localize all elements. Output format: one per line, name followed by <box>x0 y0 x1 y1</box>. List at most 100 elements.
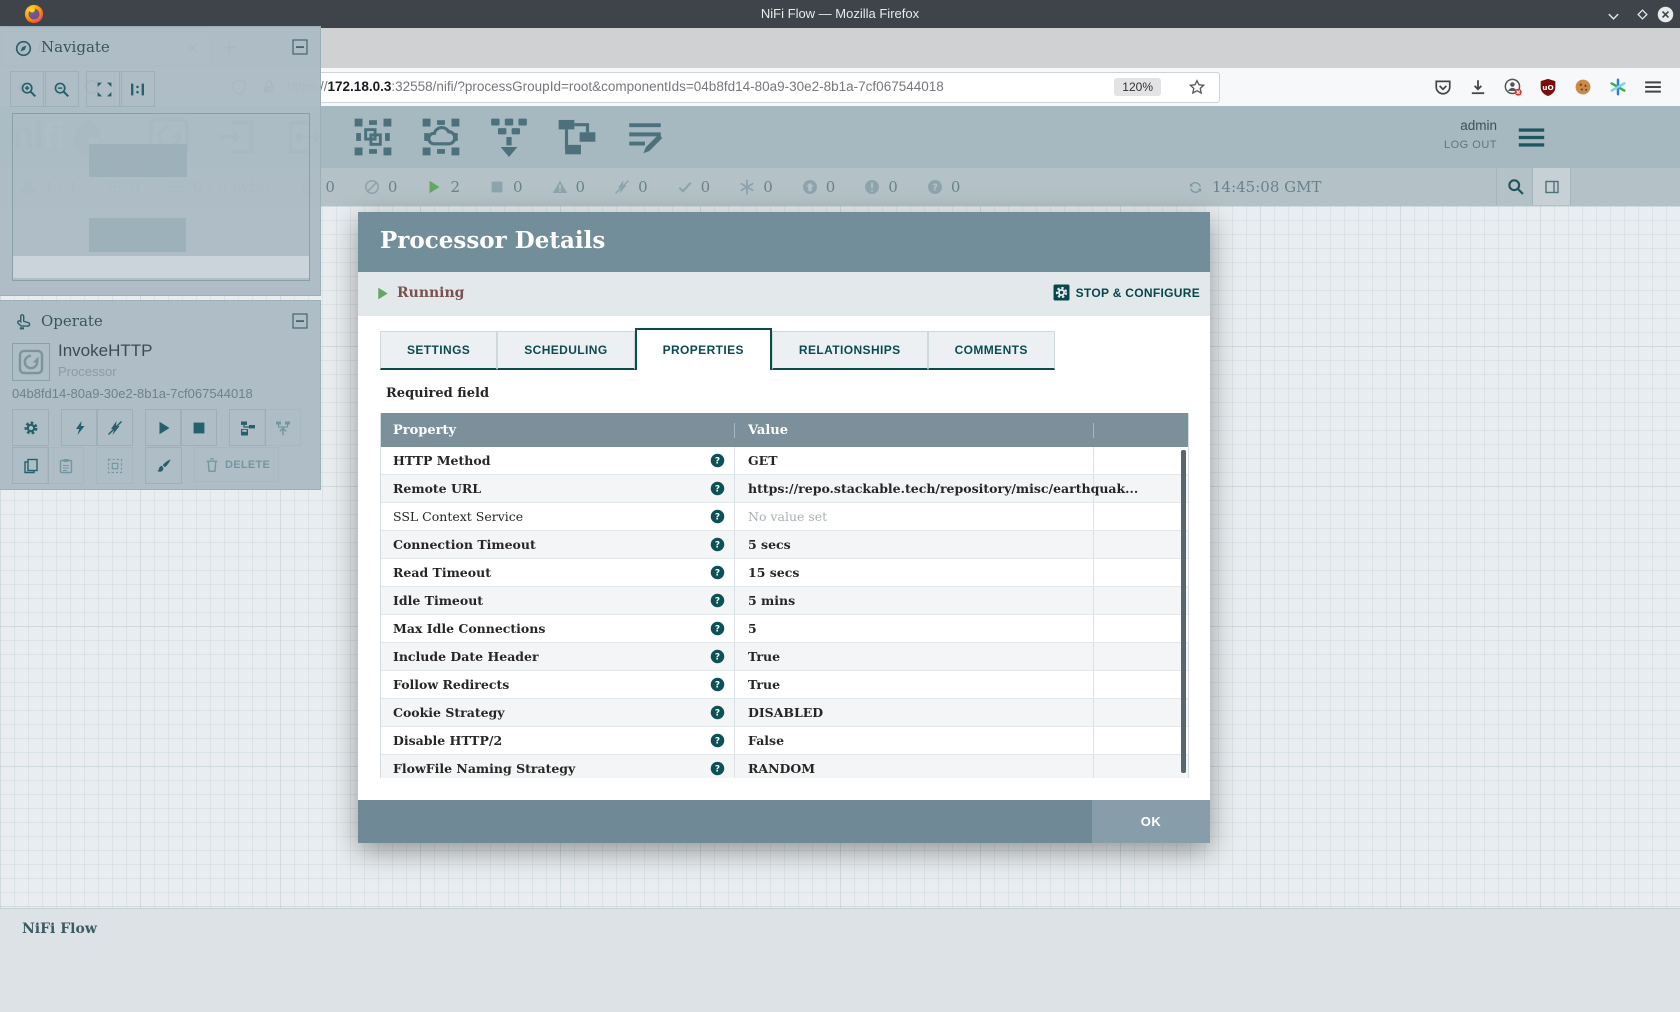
status-locally-modified: 0 <box>739 178 773 196</box>
status-invalid: 0 <box>552 178 586 196</box>
property-name: Cookie Strategy <box>393 705 505 720</box>
help-icon[interactable]: ? <box>710 705 725 720</box>
breadcrumb-bar: NiFi Flow <box>0 908 1680 1012</box>
table-row: Idle Timeout ? 5 mins <box>381 587 1188 615</box>
zoom-in-button[interactable] <box>10 71 46 107</box>
status-stale: 0 <box>802 178 836 196</box>
svg-text:?: ? <box>715 569 720 579</box>
collapse-navigate-icon[interactable] <box>292 39 308 55</box>
delete-button[interactable]: DELETE <box>194 447 279 482</box>
collapse-operate-icon[interactable] <box>292 313 308 329</box>
group-button[interactable] <box>96 447 133 484</box>
properties-table: Property Value HTTP Method ? GET Remote … <box>380 413 1189 778</box>
enable-button[interactable] <box>61 409 98 446</box>
create-template-icon <box>240 420 256 436</box>
panel-icon <box>1544 179 1560 195</box>
property-value: False <box>735 727 1094 754</box>
birdseye-view[interactable] <box>12 113 310 281</box>
toolbar-label-icon[interactable] <box>624 116 666 158</box>
fill-color-button[interactable] <box>145 447 182 484</box>
search-button[interactable] <box>1496 168 1533 205</box>
help-icon[interactable]: ? <box>710 761 725 776</box>
column-header-value: Value <box>735 423 1094 438</box>
toolbar-funnel-icon[interactable] <box>488 116 530 158</box>
selected-component-icon-box <box>12 343 50 381</box>
extension-asterisk-icon[interactable] <box>1609 78 1627 96</box>
toolbar-remote-process-group-icon[interactable] <box>420 116 462 158</box>
upload-template-button[interactable] <box>264 409 301 446</box>
panel-toggle-button[interactable] <box>1532 168 1571 205</box>
configure-button[interactable] <box>12 409 49 446</box>
window-close-icon[interactable] <box>1657 6 1674 23</box>
global-menu-icon[interactable] <box>1517 123 1546 152</box>
property-value: No value set <box>735 503 1094 530</box>
toolbar-process-group-icon[interactable] <box>352 116 394 158</box>
tab-settings[interactable]: SETTINGS <box>380 331 497 370</box>
help-icon[interactable]: ? <box>710 537 725 552</box>
svg-text:?: ? <box>715 681 720 691</box>
help-icon[interactable]: ? <box>710 621 725 636</box>
breadcrumb[interactable]: NiFi Flow <box>22 921 97 937</box>
help-icon[interactable]: ? <box>710 733 725 748</box>
disable-button[interactable] <box>96 409 133 446</box>
window-minimize-icon[interactable] <box>1606 9 1621 24</box>
zoom-fit-button[interactable] <box>86 71 122 107</box>
help-icon[interactable]: ? <box>710 509 725 524</box>
property-name: Read Timeout <box>393 565 491 580</box>
property-name: Max Idle Connections <box>393 621 545 636</box>
stop-and-configure-button[interactable]: STOP & CONFIGURE <box>1053 284 1200 301</box>
sync-failure-icon: ? <box>927 179 943 195</box>
zoom-out-button[interactable] <box>43 71 79 107</box>
svg-text:uO: uO <box>1542 83 1553 92</box>
tab-comments[interactable]: COMMENTS <box>928 331 1055 370</box>
property-name: Disable HTTP/2 <box>393 733 502 748</box>
property-value: https://repo.stackable.tech/repository/m… <box>735 475 1094 502</box>
ok-button[interactable]: OK <box>1092 800 1210 843</box>
logout-link[interactable]: LOG OUT <box>1444 139 1497 151</box>
locally-modified-icon <box>739 179 755 195</box>
toolbar-template-icon[interactable] <box>556 116 598 158</box>
help-icon[interactable]: ? <box>710 481 725 496</box>
help-icon[interactable]: ? <box>710 593 725 608</box>
account-icon[interactable] <box>1504 78 1522 96</box>
ublock-extension-icon[interactable]: uO <box>1539 78 1557 96</box>
tab-relationships[interactable]: RELATIONSHIPS <box>772 331 928 370</box>
window-maximize-icon[interactable] <box>1635 7 1650 22</box>
start-button[interactable] <box>145 409 182 446</box>
create-template-button[interactable] <box>229 409 266 446</box>
cookie-extension-icon[interactable] <box>1574 78 1592 96</box>
property-name: Connection Timeout <box>393 537 536 552</box>
operate-panel: Operate InvokeHTTP Processor 04b8fd14-80… <box>0 300 321 490</box>
tab-properties[interactable]: PROPERTIES <box>635 328 772 370</box>
delete-label: DELETE <box>225 459 270 471</box>
pocket-icon[interactable] <box>1434 78 1452 96</box>
property-value: True <box>735 671 1094 698</box>
last-refresh-time: 14:45:08 GMT <box>1212 178 1321 196</box>
browser-menu-icon[interactable] <box>1644 78 1662 96</box>
copy-icon <box>23 458 39 474</box>
tab-scheduling[interactable]: SCHEDULING <box>497 331 634 370</box>
current-user: admin <box>1444 118 1497 133</box>
bookmark-star-icon[interactable] <box>1189 79 1205 95</box>
help-icon[interactable]: ? <box>710 649 725 664</box>
downloads-icon[interactable] <box>1469 78 1487 96</box>
refresh-icon[interactable] <box>1188 180 1203 195</box>
stop-button[interactable] <box>180 409 217 446</box>
help-icon[interactable]: ? <box>710 677 725 692</box>
stop-icon <box>191 420 207 436</box>
search-icon <box>1507 178 1524 195</box>
stopped-icon <box>489 179 505 195</box>
dialog-footer: OK <box>358 800 1210 843</box>
zoom-actual-button[interactable] <box>119 71 155 107</box>
copy-button[interactable] <box>12 447 49 484</box>
paste-button[interactable] <box>47 447 84 484</box>
running-icon <box>426 179 442 195</box>
dialog-tabs: SETTINGSSCHEDULINGPROPERTIESRELATIONSHIP… <box>380 328 1055 370</box>
birdseye-viewport[interactable] <box>13 256 309 278</box>
help-icon[interactable]: ? <box>710 453 725 468</box>
url-bar[interactable]: https://172.18.0.3:32558/nifi/?processGr… <box>218 72 1220 103</box>
table-scrollbar[interactable] <box>1181 450 1186 773</box>
zoom-in-icon <box>20 81 37 98</box>
zoom-level-badge[interactable]: 120% <box>1114 78 1161 96</box>
help-icon[interactable]: ? <box>710 565 725 580</box>
